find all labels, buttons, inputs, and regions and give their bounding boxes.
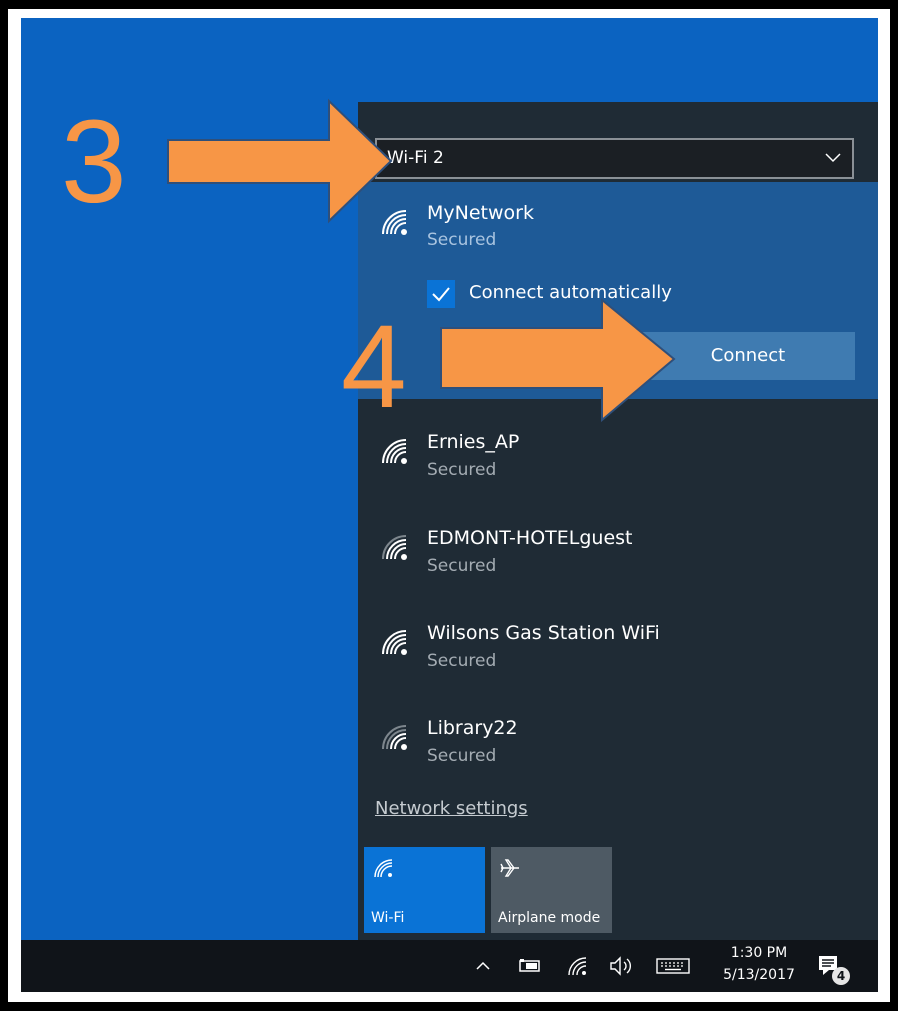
chevron-down-icon	[825, 153, 841, 163]
network-name: Wilsons Gas Station WiFi	[427, 622, 660, 644]
network-name: Ernies_AP	[427, 431, 520, 453]
tile-label: Wi-Fi	[371, 910, 405, 926]
step-number-3: 3	[61, 96, 127, 228]
network-settings-link[interactable]: Network settings	[375, 798, 528, 819]
keyboard-icon[interactable]	[655, 954, 691, 978]
network-status: Secured	[427, 460, 497, 480]
wifi-signal-icon	[382, 725, 407, 750]
wifi-signal-icon	[382, 439, 407, 464]
clock-time[interactable]: 1:30 PM	[719, 945, 799, 961]
wifi-signal-icon	[382, 535, 407, 560]
network-flyout: Wi-Fi 2 MyNetwork Secured Connect automa…	[358, 102, 878, 942]
network-name: EDMONT-HOTELguest	[427, 527, 633, 549]
clock-date[interactable]: 5/13/2017	[714, 967, 804, 983]
volume-icon[interactable]	[608, 954, 636, 978]
screenshot-frame: Wi-Fi 2 MyNetwork Secured Connect automa…	[0, 0, 898, 1011]
network-status: Secured	[427, 746, 497, 766]
network-item[interactable]: Wilsons Gas Station WiFi Secured	[358, 606, 878, 686]
network-item[interactable]: EDMONT-HOTELguest Secured	[358, 511, 878, 591]
tile-label: Airplane mode	[498, 910, 601, 926]
desktop: Wi-Fi 2 MyNetwork Secured Connect automa…	[21, 18, 878, 992]
airplane-mode-tile[interactable]: Airplane mode	[491, 847, 612, 933]
wifi-icon	[374, 859, 393, 878]
wifi-icon[interactable]	[565, 954, 589, 978]
network-status: Secured	[427, 556, 497, 576]
notification-count-badge: 4	[832, 967, 850, 985]
wifi-quick-action-tile[interactable]: Wi-Fi	[364, 847, 485, 933]
network-status: Secured	[427, 651, 497, 671]
chevron-up-icon[interactable]	[473, 954, 493, 978]
battery-icon[interactable]	[518, 954, 542, 978]
network-item[interactable]: Library22 Secured	[358, 701, 878, 781]
network-name: Library22	[427, 717, 518, 739]
wifi-signal-icon	[382, 630, 407, 655]
network-name: MyNetwork	[427, 202, 534, 224]
annotation-arrow-right	[167, 98, 393, 224]
network-status: Secured	[427, 230, 497, 250]
step-number-4: 4	[341, 301, 407, 433]
airplane-icon	[500, 859, 519, 877]
annotation-arrow-right	[440, 297, 676, 423]
taskbar: 1:30 PM 5/13/2017 4	[21, 940, 878, 992]
adapter-dropdown[interactable]: Wi-Fi 2	[375, 138, 854, 179]
